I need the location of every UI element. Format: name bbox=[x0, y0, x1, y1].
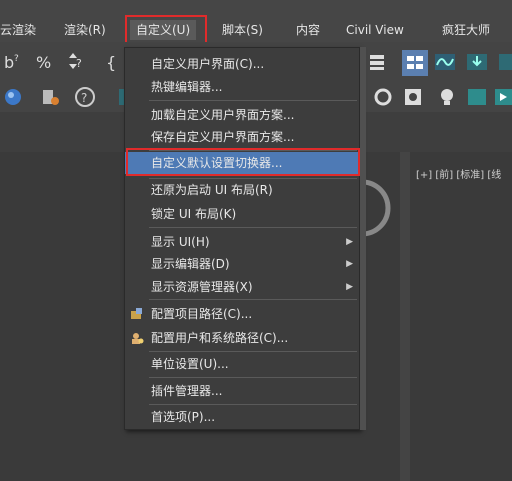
snap-toggle-icon[interactable]: b ? bbox=[2, 51, 24, 73]
menu-item-label: 加载自定义用户界面方案... bbox=[151, 108, 295, 122]
menu-item-label: 显示编辑器(D) bbox=[151, 257, 230, 271]
menu-item-configure-user-system-paths[interactable]: 配置用户和系统路径(C)... bbox=[125, 327, 359, 349]
scene-explorer-icon[interactable] bbox=[402, 50, 428, 76]
submenu-arrow-icon: ▶ bbox=[346, 259, 353, 269]
svg-text:b: b bbox=[4, 53, 14, 72]
customize-dropdown-menu: 自定义用户界面(C)... 热键编辑器... 加载自定义用户界面方案... 保存… bbox=[124, 47, 360, 430]
render-setup-icon[interactable] bbox=[2, 86, 24, 108]
menu-separator bbox=[149, 299, 357, 300]
defaults-switcher-annotation-box bbox=[126, 148, 360, 176]
svg-text:?: ? bbox=[81, 91, 87, 105]
menu-cloud-render[interactable]: 云渲染 bbox=[0, 20, 36, 40]
svg-text:?: ? bbox=[14, 54, 19, 64]
menu-item-label: 配置项目路径(C)... bbox=[151, 307, 253, 321]
menu-item-units-setup[interactable]: 单位设置(U)... bbox=[125, 353, 359, 375]
menu-item-label: 自定义用户界面(C)... bbox=[151, 57, 265, 71]
menu-scrollbar[interactable] bbox=[360, 47, 366, 430]
menu-item-load-ui-scheme[interactable]: 加载自定义用户界面方案... bbox=[125, 104, 359, 126]
menu-bar: 云渲染 渲染(R) 自定义(U) 脚本(S) 内容 Civil View 疯狂大… bbox=[0, 0, 512, 42]
material-editor-icon[interactable] bbox=[40, 86, 62, 108]
menu-item-label: 显示 UI(H) bbox=[151, 235, 210, 249]
percent-snap-icon[interactable]: % bbox=[34, 51, 56, 73]
menu-item-label: 首选项(P)... bbox=[151, 410, 216, 424]
menu-item-label: 还原为启动 UI 布局(R) bbox=[151, 183, 273, 197]
layer-manager-icon[interactable] bbox=[366, 51, 388, 73]
menu-scripting[interactable]: 脚本(S) bbox=[222, 20, 263, 40]
viewport-right[interactable]: [+] [前] [标准] [线 bbox=[410, 152, 512, 481]
menu-content[interactable]: 内容 bbox=[296, 20, 320, 40]
svg-text:%: % bbox=[36, 53, 51, 72]
menu-item-show-editors[interactable]: 显示编辑器(D) ▶ bbox=[125, 253, 359, 275]
viewport-label[interactable]: [+] [前] [标准] [线 bbox=[416, 166, 501, 181]
menu-item-save-ui-scheme[interactable]: 保存自定义用户界面方案... bbox=[125, 126, 359, 148]
submenu-arrow-icon: ▶ bbox=[346, 237, 353, 247]
spinner-snap-icon[interactable]: ? bbox=[64, 51, 86, 73]
menu-item-revert-startup-layout[interactable]: 还原为启动 UI 布局(R) bbox=[125, 179, 359, 201]
light-bulb-icon[interactable] bbox=[436, 86, 458, 108]
svg-text:?: ? bbox=[76, 57, 82, 70]
menu-separator bbox=[149, 377, 357, 378]
menu-separator bbox=[149, 351, 357, 352]
curve-editor-icon[interactable] bbox=[434, 51, 456, 73]
menu-item-label: 插件管理器... bbox=[151, 384, 223, 398]
menu-crazy-master[interactable]: 疯狂大师 bbox=[442, 20, 490, 40]
menu-civil-view[interactable]: Civil View bbox=[346, 20, 404, 40]
menu-item-label: 单位设置(U)... bbox=[151, 357, 229, 371]
customize-menu-annotation-box bbox=[125, 15, 207, 45]
svg-text:{: { bbox=[106, 53, 116, 72]
menu-separator bbox=[149, 100, 357, 101]
menu-item-lock-ui-layout[interactable]: 锁定 UI 布局(K) bbox=[125, 203, 359, 225]
user-path-icon bbox=[132, 333, 144, 344]
render-production-icon[interactable] bbox=[372, 86, 394, 108]
menu-separator bbox=[149, 227, 357, 228]
menu-item-plugin-manager[interactable]: 插件管理器... bbox=[125, 380, 359, 402]
dope-sheet-icon[interactable] bbox=[466, 51, 488, 73]
schematic-view-icon[interactable] bbox=[498, 51, 512, 73]
menu-item-show-explorers[interactable]: 显示资源管理器(X) ▶ bbox=[125, 276, 359, 298]
rendered-frame-window-icon[interactable] bbox=[402, 86, 424, 108]
submenu-arrow-icon: ▶ bbox=[346, 282, 353, 292]
menu-item-label: 热键编辑器... bbox=[151, 80, 223, 94]
help-icon[interactable]: ? bbox=[74, 86, 96, 108]
menu-rendering[interactable]: 渲染(R) bbox=[64, 20, 106, 40]
menu-item-hotkey-editor[interactable]: 热键编辑器... bbox=[125, 76, 359, 98]
environment-icon[interactable] bbox=[466, 86, 488, 108]
menu-item-label: 配置用户和系统路径(C)... bbox=[151, 331, 289, 345]
menu-item-preferences[interactable]: 首选项(P)... bbox=[125, 406, 359, 428]
menu-item-label: 显示资源管理器(X) bbox=[151, 280, 253, 294]
menu-item-show-ui[interactable]: 显示 UI(H) ▶ bbox=[125, 231, 359, 253]
viewcube-ring-icon[interactable] bbox=[360, 178, 400, 238]
menu-item-customize-ui[interactable]: 自定义用户界面(C)... bbox=[125, 53, 359, 75]
menu-item-configure-project-paths[interactable]: 配置项目路径(C)... bbox=[125, 303, 359, 325]
selection-set-icon[interactable]: { bbox=[104, 51, 126, 73]
play-icon[interactable] bbox=[494, 86, 512, 108]
menu-item-label: 锁定 UI 布局(K) bbox=[151, 207, 237, 221]
folder-path-icon bbox=[131, 308, 142, 319]
menu-separator bbox=[149, 404, 357, 405]
menu-item-label: 保存自定义用户界面方案... bbox=[151, 130, 295, 144]
